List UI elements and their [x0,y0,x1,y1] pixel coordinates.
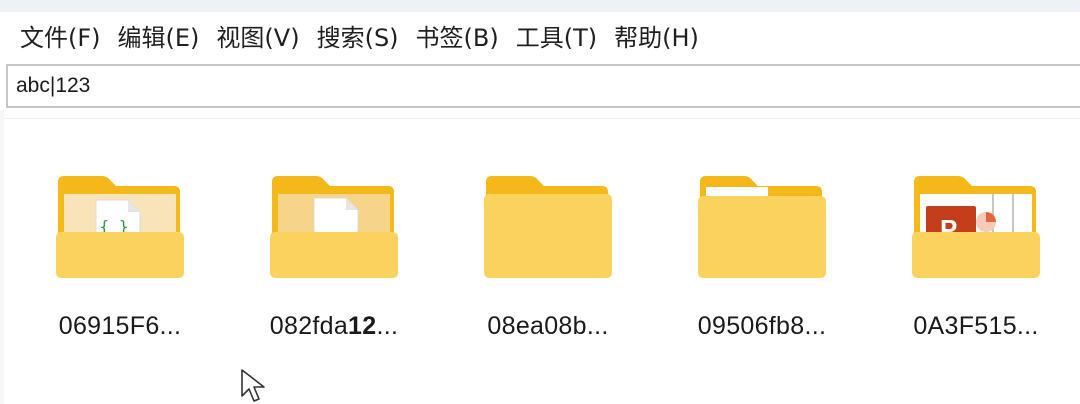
folder-item[interactable]: 08ea08b... [448,160,648,360]
folder-item[interactable]: { } 06915F6... [20,160,220,360]
file-name: 0A3F515... [913,312,1039,340]
file-name: 08ea08b... [487,312,609,340]
search-box [6,64,1080,108]
folder-item[interactable]: 082fda12... [234,160,434,360]
search-input[interactable] [8,66,1080,106]
mouse-cursor-icon [241,369,265,402]
folder-icon [270,176,398,278]
file-name: 06915F6... [58,312,182,340]
menu-view[interactable]: 视图(V) [216,18,316,53]
divider [0,118,1080,119]
menu-search[interactable]: 搜索(S) [317,18,416,53]
folder-item[interactable]: 09506fb8... [662,160,862,360]
folder-icon: P [912,176,1040,278]
window-top-strip [0,0,1080,12]
menu-file[interactable]: 文件(F) [0,18,118,53]
file-grid: { } 06915F6... 082fda12... 08ea08b... 09… [20,160,1080,360]
folder-icon: { } [56,176,184,278]
folder-item[interactable]: P 0A3F515... [876,160,1076,360]
folder-icon [484,176,612,278]
file-name-suffix: ... [376,312,399,340]
menu-help[interactable]: 帮助(H) [614,18,716,53]
menu-bar: 文件(F) 编辑(E) 视图(V) 搜索(S) 书签(B) 工具(T) 帮助(H… [0,12,1080,58]
file-name-match: 12 [348,312,377,340]
folder-icon [698,176,826,278]
menu-bookmarks[interactable]: 书签(B) [416,18,516,53]
pane-edge [0,110,4,404]
menu-tools[interactable]: 工具(T) [516,18,614,53]
paper-icon [706,187,768,197]
menu-edit[interactable]: 编辑(E) [118,18,217,53]
file-name-prefix: 082fda [269,312,349,340]
file-name: 082fda12... [234,312,434,341]
file-name: 09506fb8... [697,312,827,340]
